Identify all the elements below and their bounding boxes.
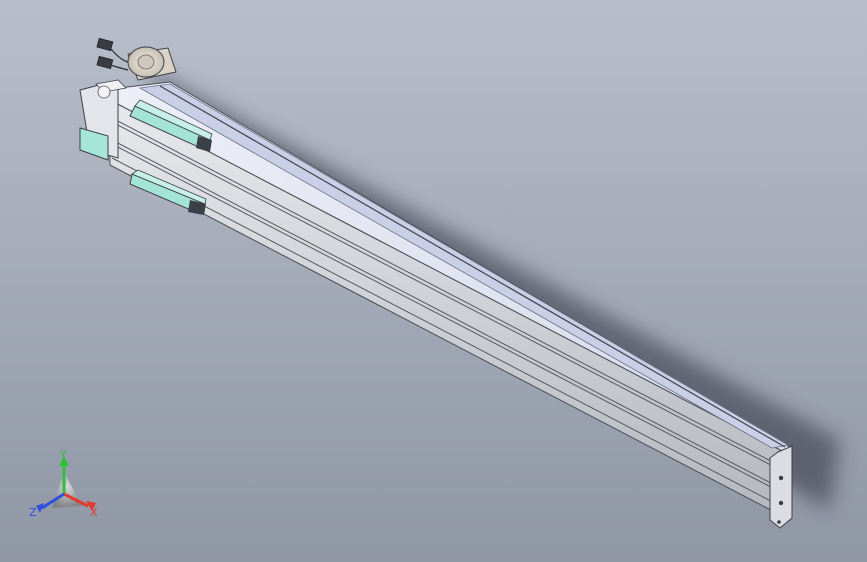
end-cap-right bbox=[769, 445, 793, 529]
z-axis-label: Z bbox=[29, 506, 37, 519]
cad-viewport[interactable]: Y X Z bbox=[0, 0, 867, 562]
model-canvas[interactable]: Y X Z bbox=[0, 0, 867, 562]
y-axis-label: Y bbox=[59, 448, 67, 461]
x-axis-label: X bbox=[90, 506, 98, 519]
